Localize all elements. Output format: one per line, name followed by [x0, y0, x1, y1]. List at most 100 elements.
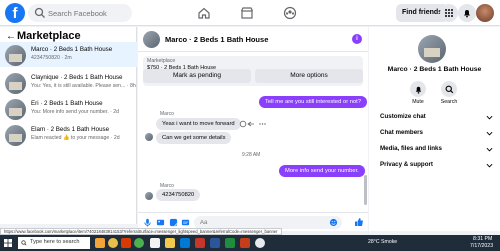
search-icon — [445, 85, 453, 93]
back-arrow-icon[interactable]: ← — [6, 31, 16, 42]
chat-details-panel: Marco · 2 Beds 1 Bath House Mute Search … — [369, 27, 500, 231]
clock-date[interactable]: 7/17/2023 — [470, 243, 493, 249]
excel-icon[interactable] — [225, 238, 235, 248]
listing-avatar[interactable] — [418, 35, 446, 63]
conversation-item[interactable]: Marco · 2 Beds 1 Bath House 4234750820 · … — [0, 42, 137, 67]
customize-chat-row[interactable]: Customize chat — [380, 113, 495, 125]
row-label: Privacy & support — [380, 161, 433, 168]
home-icon[interactable] — [197, 6, 211, 20]
conversation-avatar — [5, 99, 26, 120]
message-bubble[interactable]: Yeas i want to move forward — [156, 118, 241, 130]
message-bubble[interactable]: More info send your number. — [279, 165, 365, 177]
emoji-icon[interactable] — [329, 218, 338, 227]
row-label: Chat members — [380, 129, 423, 136]
message-bubble[interactable]: Tell me are you still interested or not? — [259, 96, 368, 108]
search-conversation-button[interactable]: Search — [434, 81, 464, 105]
details-title[interactable]: Marco · 2 Beds 1 Bath House — [369, 66, 500, 73]
windows-start-icon[interactable] — [4, 239, 12, 247]
sticker-icon[interactable] — [169, 218, 178, 227]
more-options-button[interactable]: More options — [255, 69, 363, 83]
conversation-item[interactable]: Elam · 2 Beds 1 Bath House Elam reacted 👍… — [0, 122, 137, 147]
message-bubble[interactable]: 4234750820 — [156, 189, 201, 201]
menu-button[interactable] — [440, 4, 458, 22]
privacy-support-row[interactable]: Privacy & support — [380, 161, 495, 173]
search-label: Search — [440, 99, 458, 105]
conversation-preview: 4234750820 · 2m — [31, 55, 72, 61]
powerpoint-icon[interactable] — [240, 238, 250, 248]
row-label: Media, files and links — [380, 145, 442, 152]
message-input[interactable] — [200, 218, 330, 227]
search-icon — [21, 240, 27, 246]
taskbar-app-icon[interactable] — [108, 238, 118, 248]
search-box[interactable] — [28, 4, 132, 22]
chat-panel: Marco · 2 Beds 1 Bath House i Marketplac… — [138, 27, 368, 231]
conversation-name: Elam · 2 Beds 1 Bath House — [31, 126, 110, 133]
conversation-name: Claynique · 2 Beds 1 Bath House — [31, 74, 123, 81]
chevron-down-icon — [486, 163, 493, 168]
sender-avatar — [145, 192, 153, 200]
search-icon — [34, 7, 45, 18]
profile-avatar[interactable] — [476, 4, 494, 22]
clock-time[interactable]: 8:31 PM — [473, 236, 492, 242]
sender-name: Marco — [160, 111, 174, 117]
chat-header: Marco · 2 Beds 1 Bath House i — [138, 27, 368, 52]
message-actions[interactable] — [239, 120, 269, 128]
marketplace-icon[interactable] — [240, 6, 254, 20]
word-icon[interactable] — [210, 238, 220, 248]
conversation-item[interactable]: Eri · 2 Beds 1 Bath House You: More info … — [0, 96, 137, 121]
notifications-button[interactable] — [458, 4, 476, 22]
search-input[interactable] — [48, 6, 128, 20]
mail-icon[interactable] — [180, 238, 190, 248]
facebook-logo-icon[interactable]: f — [5, 3, 25, 23]
message-bubble[interactable]: Can we get some details — [156, 132, 232, 144]
grid-menu-icon — [445, 9, 453, 17]
taskbar-app-icon[interactable] — [195, 238, 205, 248]
mute-label: Mute — [412, 99, 424, 105]
info-icon[interactable]: i — [352, 34, 362, 44]
bell-icon — [415, 86, 421, 94]
taskbar-app-icon[interactable] — [134, 238, 144, 248]
mark-pending-button[interactable]: Mark as pending — [143, 69, 251, 83]
gif-icon[interactable]: GIF — [181, 218, 190, 227]
chevron-down-icon — [486, 131, 493, 136]
conversation-preview: Elam reacted 👍 to your message · 2d — [31, 135, 120, 141]
chevron-down-icon — [486, 115, 493, 120]
timestamp: 9:28 AM — [242, 152, 261, 158]
sidebar-title: Marketplace — [17, 30, 81, 42]
like-icon[interactable] — [354, 217, 364, 227]
chat-members-row[interactable]: Chat members — [380, 129, 495, 141]
top-navbar: f Find friends — [0, 0, 500, 26]
conversation-preview: You: More info send your number. · 2d — [31, 109, 120, 115]
conversation-item[interactable]: Claynique · 2 Beds 1 Bath House You: Yes,… — [0, 70, 137, 95]
marketplace-sidebar: ← Marketplace Marco · 2 Beds 1 Bath Hous… — [0, 27, 137, 224]
chat-title[interactable]: Marco · 2 Beds 1 Bath House — [165, 35, 268, 44]
file-explorer-icon[interactable] — [150, 238, 160, 248]
image-icon[interactable] — [156, 218, 165, 227]
conversation-avatar — [5, 125, 26, 146]
chrome-icon[interactable] — [255, 238, 265, 248]
windows-taskbar: Type here to search 28°C Smoke 8:31 PM 7… — [0, 235, 500, 251]
mute-button[interactable]: Mute — [403, 81, 433, 105]
microphone-icon[interactable] — [143, 218, 152, 227]
weather-widget[interactable]: 28°C Smoke — [368, 239, 397, 245]
taskbar-app-icon[interactable] — [95, 238, 105, 248]
status-url-tooltip: https://www.facebook.com/marketplace/ite… — [0, 228, 282, 235]
marketplace-label: Marketplace — [147, 58, 176, 64]
groups-icon[interactable] — [283, 6, 297, 20]
taskbar-app-icon[interactable] — [121, 238, 131, 248]
bell-icon — [464, 10, 470, 18]
svg-text:GIF: GIF — [183, 221, 188, 225]
scrollbar[interactable] — [364, 175, 367, 205]
taskbar-search[interactable]: Type here to search — [18, 237, 90, 249]
conversation-name: Marco · 2 Beds 1 Bath House — [31, 46, 113, 53]
conversation-preview: You: Yes, it is still available. Please … — [31, 83, 136, 89]
row-label: Customize chat — [380, 113, 426, 120]
chat-avatar[interactable] — [143, 31, 160, 48]
conversation-avatar — [5, 73, 26, 94]
chevron-down-icon — [486, 147, 493, 152]
conversation-avatar — [5, 45, 26, 66]
conversation-name: Eri · 2 Beds 1 Bath House — [31, 100, 103, 107]
media-files-links-row[interactable]: Media, files and links — [380, 145, 495, 157]
taskbar-search-placeholder: Type here to search — [30, 239, 80, 245]
folder-icon[interactable] — [165, 238, 175, 248]
